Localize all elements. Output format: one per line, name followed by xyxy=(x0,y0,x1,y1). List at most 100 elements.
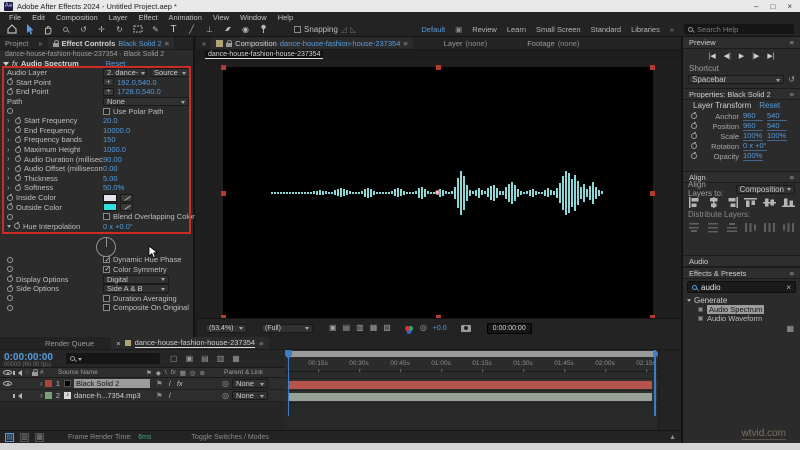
display-options-dropdown[interactable]: Digital xyxy=(103,274,169,284)
stopwatch-icon[interactable] xyxy=(7,193,13,201)
channel-icon[interactable] xyxy=(404,325,410,331)
selection-handle[interactable] xyxy=(650,65,655,70)
stopwatch-icon[interactable] xyxy=(15,155,21,163)
generate-group-label[interactable]: Generate xyxy=(694,296,727,305)
expand-inout-icon[interactable]: ▦ xyxy=(35,432,44,442)
panel-menu-icon[interactable]: ≡ xyxy=(259,339,263,348)
selection-handle[interactable] xyxy=(436,65,441,70)
track-lane-2[interactable] xyxy=(285,391,658,403)
roi-icon[interactable]: ▣ xyxy=(329,324,337,332)
align-center-h-icon[interactable] xyxy=(706,196,721,208)
tab-overflow-icon[interactable]: » xyxy=(33,37,47,49)
preview-panel-header[interactable]: Preview ≡ xyxy=(683,37,800,49)
stopwatch-icon[interactable] xyxy=(15,183,21,191)
panel-menu-icon[interactable]: ≡ xyxy=(403,39,407,48)
selection-handle[interactable] xyxy=(221,65,226,70)
clone-stamp-tool-icon[interactable]: ⊥ xyxy=(204,24,215,35)
stopwatch-icon[interactable] xyxy=(7,213,13,220)
selection-handle[interactable] xyxy=(221,190,226,196)
point-picker-icon[interactable]: + xyxy=(103,78,114,87)
hand-tool-icon[interactable] xyxy=(42,24,53,35)
group-caret-icon[interactable] xyxy=(687,299,691,304)
layer-transform-label[interactable]: Layer Transform xyxy=(693,101,751,110)
audio-toggle[interactable] xyxy=(13,392,22,399)
menu-effect[interactable]: Effect xyxy=(133,13,162,22)
comp-flowchart-icon[interactable]: ▢ xyxy=(170,354,178,363)
reset-preview-icon[interactable]: ↺ xyxy=(788,75,795,84)
snapping-checkbox[interactable] xyxy=(294,25,301,33)
menu-edit[interactable]: Edit xyxy=(27,13,50,22)
visibility-toggle[interactable] xyxy=(3,381,12,386)
source-name-column[interactable]: Source Name xyxy=(58,369,146,376)
audio-panel-header[interactable]: Audio xyxy=(683,255,800,267)
align-top-icon[interactable] xyxy=(743,196,758,208)
stopwatch-icon[interactable] xyxy=(15,126,21,134)
quality-switch[interactable]: / xyxy=(169,379,171,388)
timeline-scroll-gutter[interactable] xyxy=(658,350,681,430)
maximize-button[interactable]: □ xyxy=(770,2,775,11)
expand-caret-icon[interactable] xyxy=(7,225,11,230)
snap-option-icon[interactable]: ◿ xyxy=(341,25,347,34)
align-to-dropdown[interactable]: Composition xyxy=(735,184,795,194)
duration-averaging-checkbox[interactable] xyxy=(103,294,110,302)
viewer-timecode[interactable]: 0:00:00:00 xyxy=(486,322,532,334)
distribute-left-icon[interactable] xyxy=(743,221,758,233)
stopwatch-icon[interactable] xyxy=(15,116,21,124)
home-icon[interactable] xyxy=(6,24,17,35)
type-tool-icon[interactable]: T xyxy=(168,24,179,35)
layer-name[interactable]: Black Solid 2 xyxy=(74,379,150,388)
stopwatch-icon[interactable] xyxy=(14,222,20,230)
selection-handle[interactable] xyxy=(650,190,655,196)
panel-menu-icon[interactable]: ≡ xyxy=(790,173,794,182)
stopwatch-icon[interactable] xyxy=(7,108,13,115)
stopwatch-icon[interactable] xyxy=(7,284,13,292)
menu-window[interactable]: Window xyxy=(235,13,272,22)
orbit-camera-icon[interactable]: ↺ xyxy=(78,24,89,35)
guides-icon[interactable]: ▦ xyxy=(370,324,378,332)
tab-overflow-left-icon[interactable]: « xyxy=(197,37,211,49)
stopwatch-icon[interactable] xyxy=(7,256,13,263)
snapshot-camera-icon[interactable] xyxy=(460,324,471,332)
snap-option2-icon[interactable]: ◺ xyxy=(350,25,356,34)
composite-on-original-checkbox[interactable] xyxy=(103,304,110,312)
tab-timeline-comp[interactable]: × dance-house-fashion-house-237354 ≡ xyxy=(111,337,269,349)
active-comp-name[interactable]: dance-house-fashion-house-237354 xyxy=(205,51,324,59)
outside-color-swatch[interactable] xyxy=(103,203,117,212)
panel-menu-icon[interactable]: ≡ xyxy=(165,39,169,48)
effects-presets-panel-header[interactable]: Effects & Presets ≡ xyxy=(683,267,800,279)
puppet-pin-tool-icon[interactable] xyxy=(258,24,269,35)
color-symmetry-checkbox[interactable] xyxy=(103,265,110,273)
composition-viewer[interactable] xyxy=(197,60,681,318)
distribute-bottom-icon[interactable] xyxy=(725,221,740,233)
grid-icon[interactable]: ▧ xyxy=(383,324,391,332)
align-center-v-icon[interactable] xyxy=(762,196,777,208)
fx-switch[interactable]: fx xyxy=(177,379,183,388)
eraser-tool-icon[interactable] xyxy=(222,24,233,35)
exposure-value[interactable]: +0.0 xyxy=(433,325,447,332)
workspace-review[interactable]: Review xyxy=(472,25,497,34)
stopwatch-icon[interactable] xyxy=(691,142,697,149)
stopwatch-icon[interactable] xyxy=(7,203,13,211)
label-color-chip[interactable] xyxy=(45,392,52,399)
shy-switch[interactable]: ⚑ xyxy=(156,379,163,388)
pickwhip-icon[interactable]: ◎ xyxy=(222,391,229,400)
distribute-right-icon[interactable] xyxy=(781,221,796,233)
stopwatch-icon[interactable] xyxy=(15,145,21,153)
parent-link-column[interactable]: Parent & Link xyxy=(224,369,263,376)
use-polar-path-checkbox[interactable] xyxy=(103,107,110,115)
tab-project[interactable]: Project xyxy=(0,37,33,49)
minimize-button[interactable]: – xyxy=(754,2,758,11)
distribute-hcenter-icon[interactable] xyxy=(762,221,777,233)
expand-transfer-controls-icon[interactable]: ▥ xyxy=(20,432,29,442)
menu-composition[interactable]: Composition xyxy=(51,13,103,22)
align-bottom-icon[interactable] xyxy=(781,196,796,208)
stopwatch-icon[interactable] xyxy=(15,174,21,182)
side-options-dropdown[interactable]: Side A & B xyxy=(103,284,169,294)
pen-tool-icon[interactable]: ✎ xyxy=(150,24,161,35)
panel-menu-icon[interactable]: ≡ xyxy=(790,90,794,99)
panel-menu-icon[interactable]: ≡ xyxy=(790,269,794,278)
selection-handle[interactable] xyxy=(650,315,655,318)
menu-file[interactable]: File xyxy=(4,13,26,22)
dynamic-hue-phase-checkbox[interactable] xyxy=(103,256,110,264)
distribute-vcenter-icon[interactable] xyxy=(706,221,721,233)
